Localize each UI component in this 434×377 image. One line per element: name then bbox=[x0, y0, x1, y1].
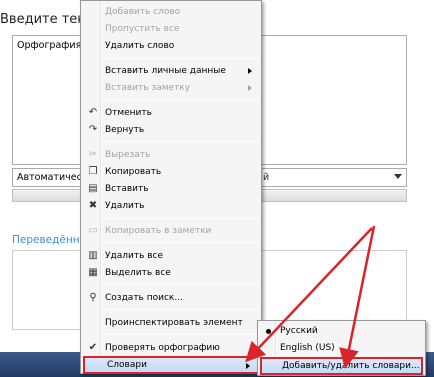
menu-separator bbox=[105, 58, 259, 59]
menu-separator bbox=[105, 218, 259, 219]
cut-icon: ✂ bbox=[88, 149, 98, 160]
menu-item-check-spelling[interactable]: ✔ Проверять орфографию bbox=[83, 340, 259, 356]
menu-item-inspect-element[interactable]: Проинспектировать элемент bbox=[83, 315, 259, 331]
notes-icon: ▭ bbox=[88, 225, 98, 236]
menu-item-remove-word[interactable]: Удалить слово bbox=[83, 38, 259, 54]
menu-item-ignore-all[interactable]: Пропустить все bbox=[83, 21, 259, 37]
context-menu: Добавить слово Пропустить все Удалить сл… bbox=[80, 0, 262, 374]
menu-item-select-all[interactable]: ▦ Выделить все bbox=[83, 265, 259, 281]
dictionaries-submenu: Русский English (US) Добавить/удалить сл… bbox=[257, 320, 426, 376]
menu-separator bbox=[105, 99, 259, 100]
delete-icon: ✖ bbox=[88, 200, 98, 211]
menu-item-dictionaries[interactable]: Словари bbox=[83, 356, 259, 374]
chevron-right-icon bbox=[248, 68, 252, 74]
menu-item-insert-note[interactable]: Вставить заметку bbox=[83, 80, 259, 96]
menu-item-add-word[interactable]: Добавить слово bbox=[83, 4, 259, 20]
undo-icon: ↶ bbox=[88, 107, 98, 118]
select-all-icon: ▦ bbox=[88, 267, 98, 278]
menu-item-delete[interactable]: ✖ Удалить bbox=[83, 198, 259, 214]
delete-all-icon: ▥ bbox=[88, 250, 98, 261]
redo-icon: ↷ bbox=[88, 124, 98, 135]
source-text-value: Орфография bbox=[17, 40, 82, 51]
language-select-value-tail: й bbox=[263, 172, 270, 183]
menu-item-create-search[interactable]: ⚲ Создать поиск... bbox=[83, 290, 259, 306]
menu-item-undo[interactable]: ↶ Отменить bbox=[83, 105, 259, 121]
radio-selected-icon bbox=[266, 329, 271, 334]
menu-item-copy-to-notes[interactable]: ▭ Копировать в заметки bbox=[83, 223, 259, 239]
submenu-item-english-us[interactable]: English (US) bbox=[260, 340, 423, 356]
language-select-value: Автоматическ bbox=[17, 172, 88, 183]
search-icon: ⚲ bbox=[89, 292, 97, 303]
submenu-item-add-remove-dictionaries[interactable]: Добавить/удалить словари... bbox=[260, 357, 423, 375]
chevron-right-icon bbox=[248, 85, 252, 91]
menu-item-delete-all[interactable]: ▥ Удалить все bbox=[83, 248, 259, 264]
menu-separator bbox=[105, 141, 259, 142]
menu-separator bbox=[105, 309, 259, 310]
submenu-item-russian[interactable]: Русский bbox=[260, 323, 423, 339]
menu-item-paste[interactable]: ▤ Вставить bbox=[83, 181, 259, 197]
checkmark-icon: ✔ bbox=[88, 342, 98, 353]
chevron-right-icon bbox=[246, 363, 250, 369]
menu-separator bbox=[105, 242, 259, 243]
menu-item-redo[interactable]: ↷ Вернуть bbox=[83, 122, 259, 138]
copy-icon: ❐ bbox=[88, 166, 98, 177]
chevron-down-icon bbox=[394, 174, 402, 179]
menu-item-copy[interactable]: ❐ Копировать bbox=[83, 164, 259, 180]
menu-separator bbox=[105, 284, 259, 285]
paste-icon: ▤ bbox=[88, 183, 98, 194]
page-heading: Введите текст bbox=[0, 12, 90, 27]
menu-item-cut[interactable]: ✂ Вырезать bbox=[83, 147, 259, 163]
translated-label: Переведённый bbox=[12, 234, 84, 246]
menu-separator bbox=[105, 334, 259, 335]
menu-item-insert-personal-data[interactable]: Вставить личные данные bbox=[83, 63, 259, 79]
